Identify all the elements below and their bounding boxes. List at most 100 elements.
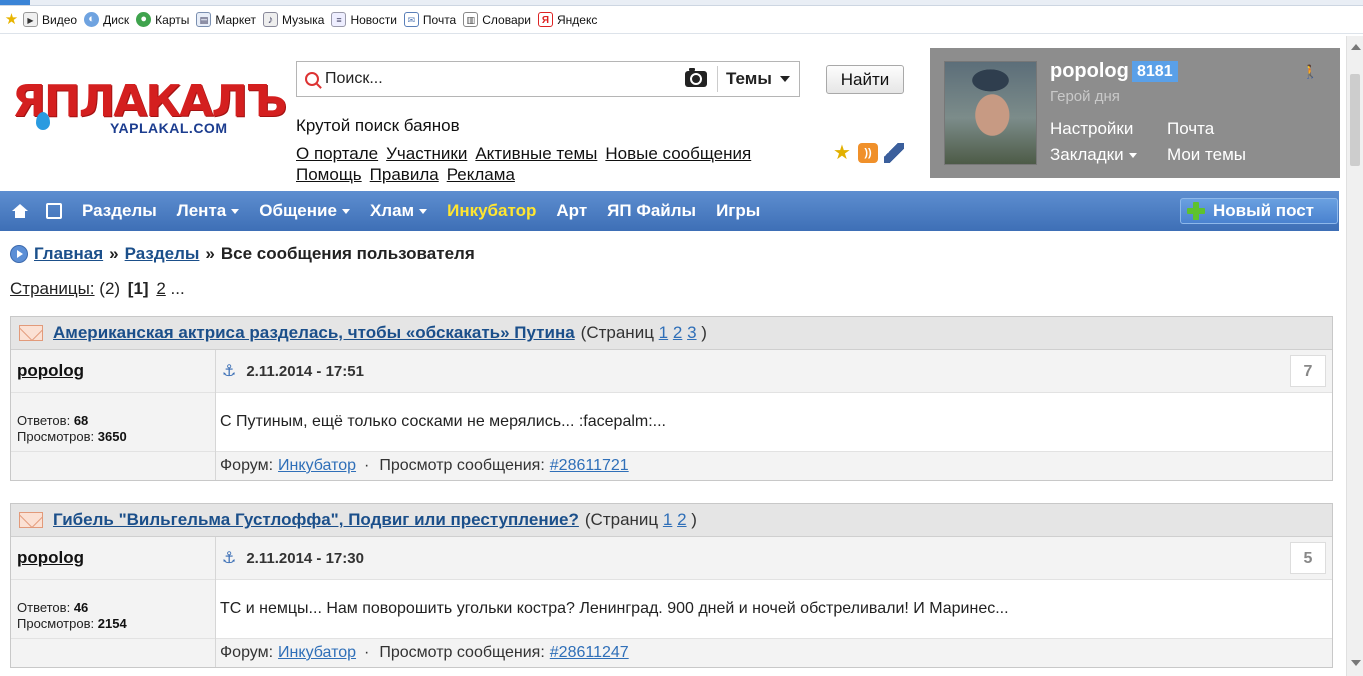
bookmark-music[interactable]: ♪ Музыка [263,12,324,27]
message-link[interactable]: #28611247 [550,644,629,662]
nav-files[interactable]: ЯП Файлы [607,201,696,221]
dictionary-icon: ▥ [463,12,479,27]
bookmark-video[interactable]: ▶ Видео [23,12,77,27]
anchor-icon[interactable]: ⚓ [222,548,236,568]
breadcrumb: Главная » Разделы » Все сообщения пользо… [10,244,475,264]
post-title-link[interactable]: Американская актриса разделась, чтобы «о… [53,323,575,343]
replies-count: 68 [73,413,89,428]
like-icon[interactable] [46,203,62,219]
chevron-down-icon [419,208,428,214]
views-label: Просмотров: [17,429,95,444]
bookmark-news[interactable]: ≡ Новости [331,12,397,27]
topic-pages: (Страниц 1 2 3 ) [581,323,707,343]
search-scope-dropdown[interactable]: Темы [726,69,790,89]
scroll-down-icon[interactable] [1351,660,1361,666]
topic-page-3[interactable]: 3 [687,323,696,342]
bookmark-disk[interactable]: ◐ Диск [84,12,129,27]
username[interactable]: popolog [1050,60,1129,83]
breadcrumb-home[interactable]: Главная [34,244,103,264]
nav-junk[interactable]: Хлам [369,201,428,221]
anchor-icon[interactable]: ⚓ [222,361,236,381]
topic-page-1[interactable]: 1 [663,510,672,529]
scroll-thumb[interactable] [1350,74,1360,166]
favorites-star-icon[interactable]: ★ [4,12,19,27]
link-about[interactable]: О портале [296,144,378,163]
logout-icon[interactable]: 🚶 [1302,64,1318,80]
bookmark-yandex[interactable]: Я Яндекс [538,12,597,27]
link-members[interactable]: Участники [386,144,467,163]
message-link[interactable]: #28611721 [550,457,629,475]
post-header: Американская актриса разделась, чтобы «о… [11,317,1332,350]
new-post-button[interactable]: Новый пост [1180,198,1338,224]
disk-icon: ◐ [84,12,100,27]
home-icon[interactable] [12,204,28,218]
logo-wordmark: ЯПЛАКАЛЪ [12,76,287,127]
plus-icon [1187,202,1205,220]
forum-link[interactable]: Инкубатор [278,644,356,662]
pagination-page-2[interactable]: 2 [156,279,165,298]
pages-suffix: ) [701,323,707,342]
avatar[interactable] [944,61,1037,165]
nav-feed[interactable]: Лента [176,201,240,221]
link-rules[interactable]: Правила [370,165,439,184]
user-settings-link[interactable]: Настройки [1050,116,1167,142]
pencil-icon[interactable] [884,143,904,163]
forum-label: Форум: [220,457,274,474]
header-tools: ★ )) [832,143,904,163]
rss-icon[interactable]: )) [858,143,878,163]
site-logo[interactable]: ЯПЛАКАЛЪ YAPLAKAL.COM [12,80,287,142]
breadcrumb-sections[interactable]: Разделы [125,244,200,264]
add-favorite-icon[interactable]: ★ [832,143,852,163]
link-help[interactable]: Помощь [296,165,362,184]
nav-sections[interactable]: Разделы [82,201,157,221]
post-title-link[interactable]: Гибель "Вильгельма Густлоффа", Подвиг ил… [53,510,579,530]
bookmark-market[interactable]: ▤ Маркет [196,12,256,27]
find-button[interactable]: Найти [826,65,904,94]
new-post-label: Новый пост [1213,201,1315,220]
link-new-messages[interactable]: Новые сообщения [605,144,751,163]
scroll-up-icon[interactable] [1351,44,1361,50]
post-text: С Путиным, ещё только сосками не мерялис… [216,393,1332,452]
post-author-column: popolog Ответов: 68 Просмотров: 3650 [11,350,216,480]
post-author: popolog [11,350,215,393]
search-input[interactable] [325,64,685,94]
user-panel: popolog 8181 Герой дня 🚶 Настройки Почта… [930,48,1340,178]
views-count: 3650 [97,429,127,444]
topic-page-2[interactable]: 2 [673,323,682,342]
bookmark-maps[interactable]: ● Карты [136,12,189,27]
post-header: Гибель "Вильгельма Густлоффа", Подвиг ил… [11,504,1332,537]
user-my-topics-link[interactable]: Мои темы [1167,142,1284,168]
post-footer: Форум: Инкубатор · Просмотр сообщения: #… [216,639,1332,667]
link-label: Настройки [1050,119,1134,138]
user-bookmarks-dropdown[interactable]: Закладки [1050,142,1167,168]
footer-separator: · [364,644,370,661]
nav-art[interactable]: Арт [556,201,587,221]
topic-page-2[interactable]: 2 [677,510,686,529]
page-scrollbar[interactable] [1346,36,1363,676]
link-active-topics[interactable]: Активные темы [475,144,597,163]
nav-games[interactable]: Игры [716,201,760,221]
pagination-label[interactable]: Страницы: [10,279,95,298]
portal-links: О портале Участники Активные темы Новые соо… [296,143,759,185]
nav-incubator[interactable]: Инкубатор [447,201,536,221]
author-link[interactable]: popolog [17,548,84,568]
search-slogan: Крутой поиск баянов [296,116,460,135]
user-mail-link[interactable]: Почта [1167,116,1284,142]
user-menu: Настройки Почта Закладки Мои темы [1050,116,1284,168]
link-ads[interactable]: Реклама [447,165,515,184]
replies-label: Ответов: [17,600,71,615]
nav-label: Хлам [369,201,415,220]
bookmark-dictionary[interactable]: ▥ Словари [463,12,531,27]
chevron-down-icon [779,76,790,82]
bookmark-label: Словари [482,12,532,27]
forum-link[interactable]: Инкубатор [278,457,356,475]
chevron-down-icon [1128,152,1137,158]
topic-page-1[interactable]: 1 [659,323,668,342]
rating-badge: 8181 [1132,61,1178,82]
bookmark-mail[interactable]: ✉ Почта [403,12,456,27]
chevron-down-icon [231,208,240,214]
nav-label: Лента [176,201,227,220]
author-link[interactable]: popolog [17,361,84,381]
camera-icon[interactable] [685,68,707,87]
nav-communication[interactable]: Общение [259,201,350,221]
